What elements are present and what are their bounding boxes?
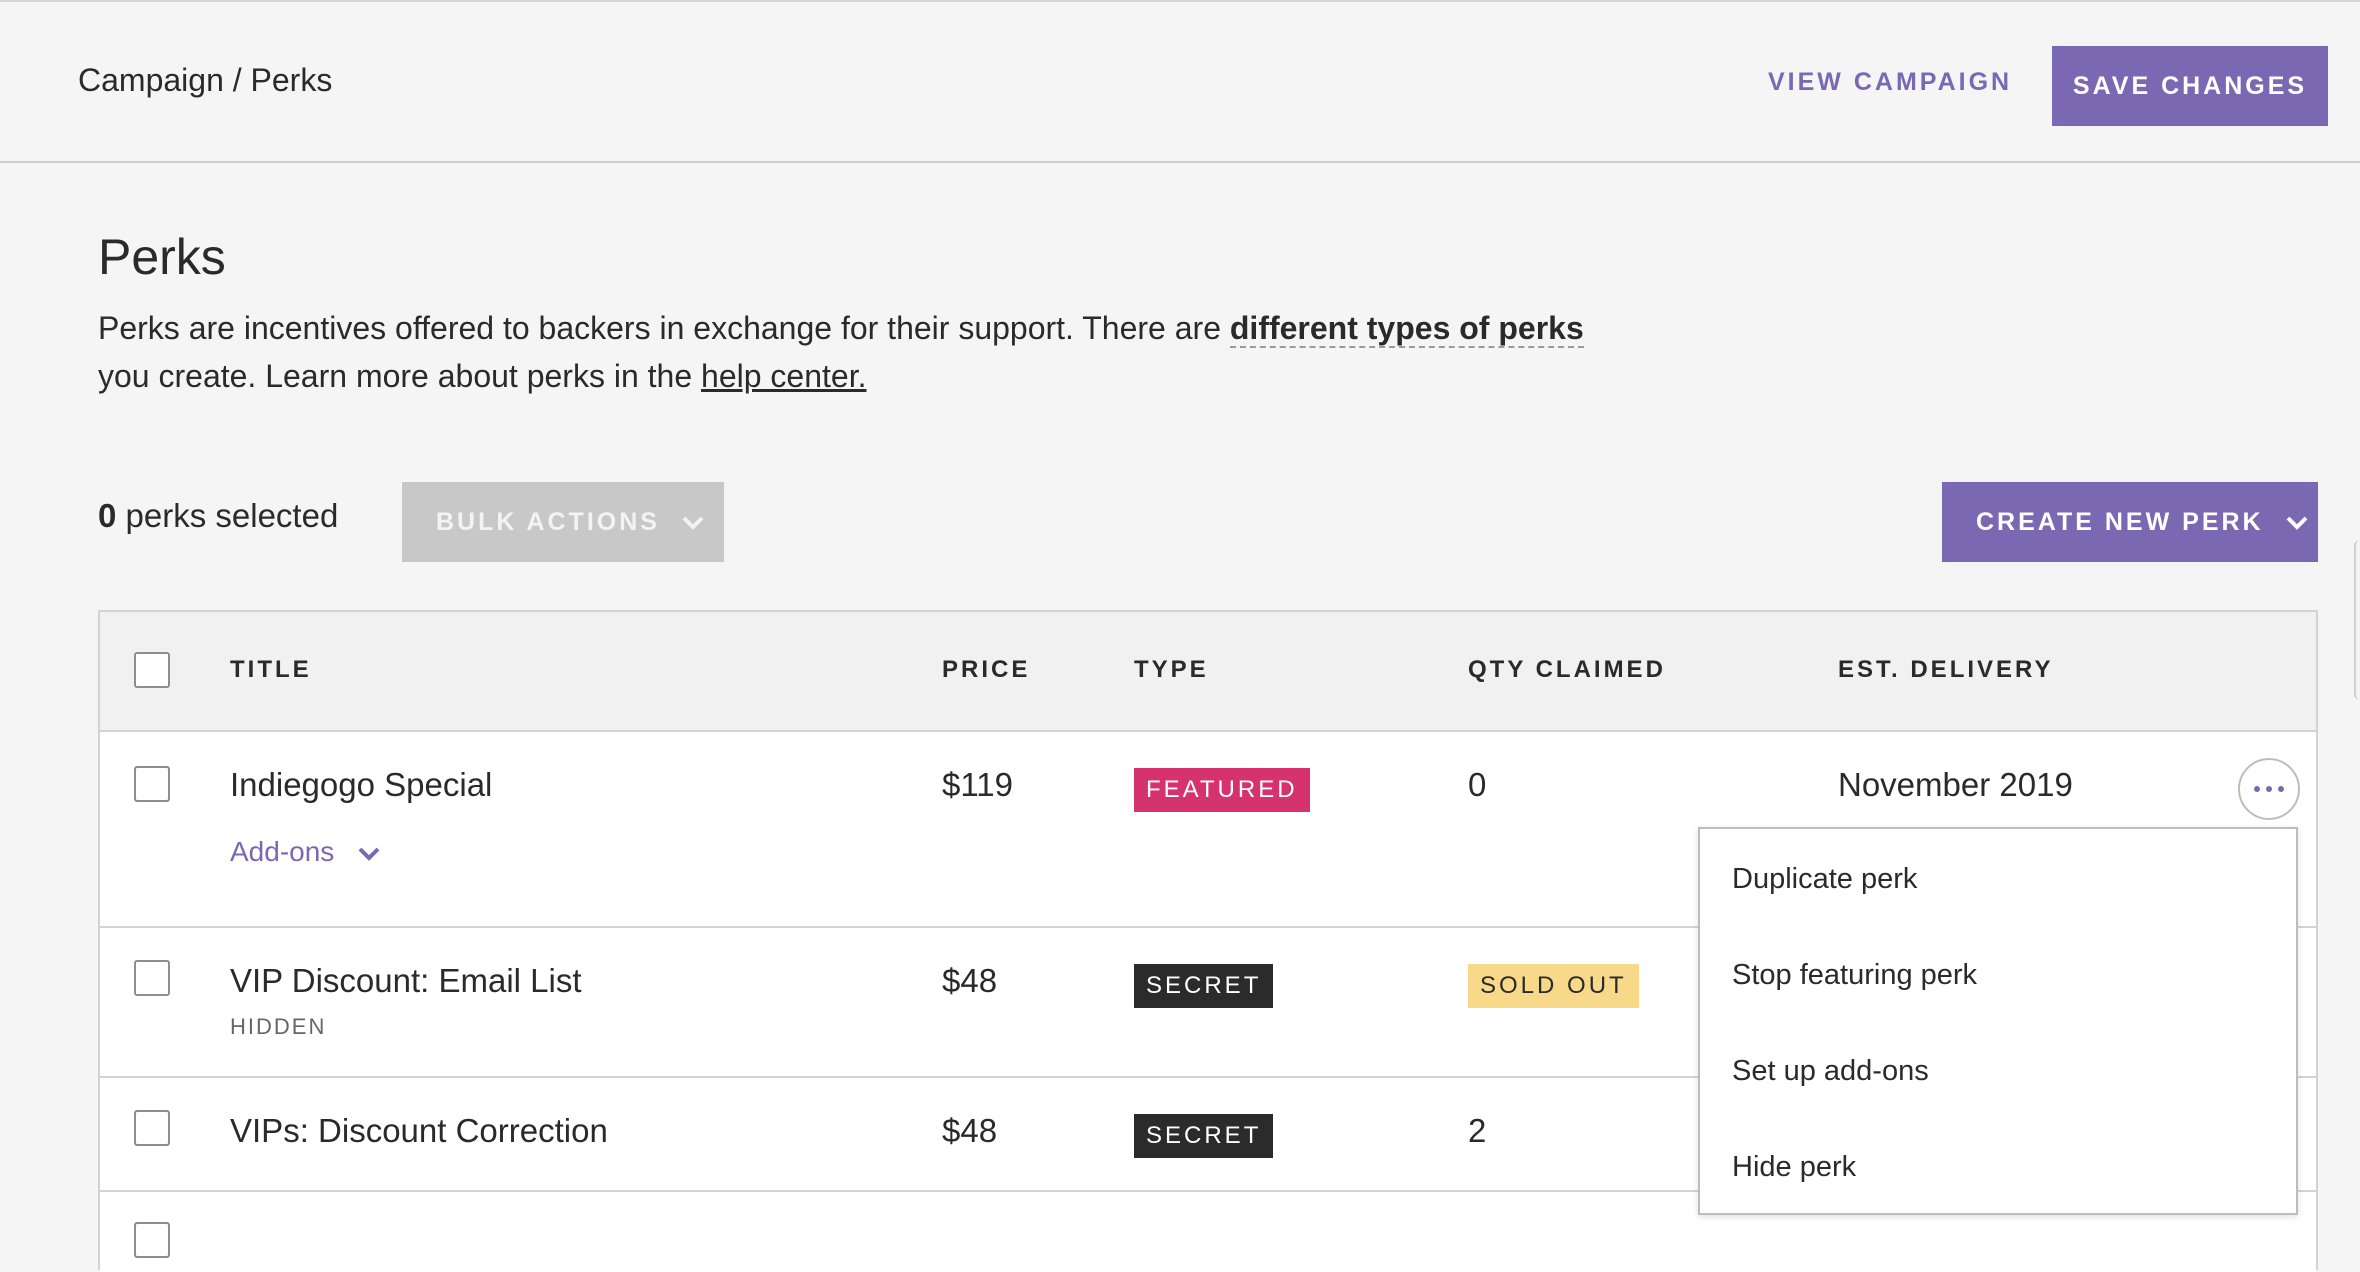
selected-count-number: 0 bbox=[98, 497, 117, 534]
column-title[interactable]: TITLE bbox=[230, 656, 312, 684]
create-new-perk-label: CREATE NEW PERK bbox=[1976, 507, 2264, 536]
type-badge-secret: SECRET bbox=[1134, 1114, 1274, 1158]
qty-claimed: 2 bbox=[1468, 1112, 1487, 1149]
save-changes-button[interactable]: SAVE CHANGES bbox=[2052, 46, 2328, 126]
column-qty-claimed[interactable]: QTY CLAIMED bbox=[1468, 656, 1666, 684]
sold-out-badge: SOLD OUT bbox=[1468, 964, 1639, 1008]
row-checkbox[interactable] bbox=[134, 766, 170, 802]
perk-options-menu: Duplicate perk Stop featuring perk Set u… bbox=[1698, 827, 2298, 1215]
table-header: TITLE PRICE TYPE QTY CLAIMED EST. DELIVE… bbox=[100, 612, 2316, 732]
select-all-checkbox[interactable] bbox=[134, 652, 170, 688]
page-title: Perks bbox=[98, 229, 226, 285]
column-price[interactable]: PRICE bbox=[942, 656, 1030, 684]
intro-text: Perks are incentives offered to backers … bbox=[98, 304, 1798, 400]
row-checkbox[interactable] bbox=[134, 1222, 170, 1258]
perk-price: $48 bbox=[942, 1112, 998, 1149]
menu-item-duplicate-perk[interactable]: Duplicate perk bbox=[1732, 863, 1917, 896]
perk-title[interactable]: VIP Discount: Email List bbox=[230, 962, 582, 1000]
perk-title[interactable]: VIPs: Discount Correction bbox=[230, 1112, 608, 1150]
perk-title[interactable]: Indiegogo Special bbox=[230, 766, 492, 804]
more-options-button[interactable] bbox=[2238, 758, 2300, 820]
perk-types-link[interactable]: different types of perks bbox=[1229, 310, 1584, 348]
column-type[interactable]: TYPE bbox=[1134, 656, 1209, 684]
column-est-delivery[interactable]: EST. DELIVERY bbox=[1838, 656, 2053, 684]
perk-price: $48 bbox=[942, 962, 998, 999]
breadcrumb: Campaign / Perks bbox=[78, 62, 333, 98]
bulk-actions-label: BULK ACTIONS bbox=[436, 507, 660, 536]
top-bar: Campaign / Perks VIEW CAMPAIGN SAVE CHAN… bbox=[0, 0, 2360, 163]
type-badge-secret: SECRET bbox=[1134, 964, 1274, 1008]
intro-text-2: you create. Learn more about perks in th… bbox=[98, 358, 702, 394]
row-checkbox[interactable] bbox=[134, 1110, 170, 1146]
qty-claimed: 0 bbox=[1468, 766, 1487, 803]
create-new-perk-button[interactable]: CREATE NEW PERK bbox=[1942, 482, 2318, 562]
est-delivery: November 2019 bbox=[1838, 766, 2073, 803]
selected-count-label: perks selected bbox=[116, 497, 339, 534]
bulk-actions-button[interactable]: BULK ACTIONS bbox=[402, 482, 724, 562]
addons-toggle[interactable]: Add-ons bbox=[230, 836, 380, 868]
help-center-link[interactable]: help center. bbox=[701, 358, 866, 394]
menu-item-stop-featuring[interactable]: Stop featuring perk bbox=[1732, 959, 1977, 992]
view-campaign-link[interactable]: VIEW CAMPAIGN bbox=[1768, 68, 2012, 97]
chevron-down-icon bbox=[682, 508, 704, 537]
scrollbar[interactable] bbox=[2354, 540, 2360, 700]
hidden-label: HIDDEN bbox=[230, 1014, 327, 1039]
menu-item-set-up-addons[interactable]: Set up add-ons bbox=[1732, 1055, 1929, 1088]
row-checkbox[interactable] bbox=[134, 960, 170, 996]
menu-item-hide-perk[interactable]: Hide perk bbox=[1732, 1151, 1856, 1184]
perk-price: $119 bbox=[942, 766, 1013, 803]
chevron-down-icon bbox=[2286, 508, 2308, 537]
type-badge-featured: FEATURED bbox=[1134, 768, 1310, 812]
intro-text-1: Perks are incentives offered to backers … bbox=[98, 310, 1230, 346]
chevron-down-icon bbox=[358, 836, 380, 867]
addons-label: Add-ons bbox=[230, 836, 335, 867]
selected-count: 0 perks selected bbox=[98, 497, 338, 535]
